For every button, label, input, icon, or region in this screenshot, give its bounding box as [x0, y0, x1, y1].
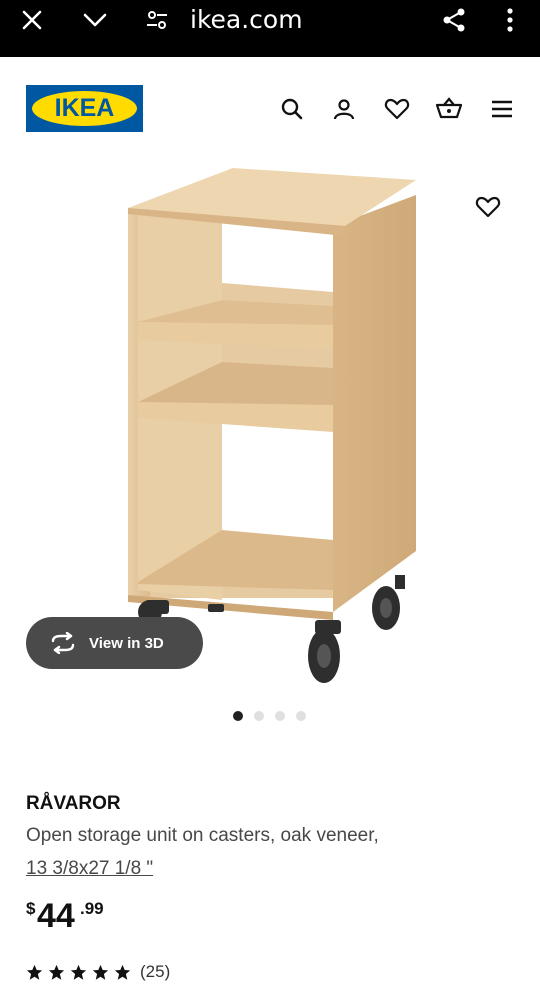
star-icon — [70, 964, 87, 980]
menu-icon[interactable] — [488, 95, 516, 123]
carousel-dot[interactable] — [233, 711, 243, 721]
user-icon[interactable] — [330, 95, 358, 123]
view-in-3d-label: View in 3D — [89, 634, 164, 652]
heart-icon[interactable] — [383, 95, 411, 123]
site-header: IKEA — [0, 57, 540, 157]
browser-toolbar: ikea.com — [0, 0, 540, 57]
price-decimal: .99 — [80, 899, 104, 918]
chevron-down-icon[interactable] — [79, 4, 111, 36]
share-icon[interactable] — [438, 4, 470, 36]
image-carousel-dots — [233, 711, 306, 721]
star-icon — [48, 964, 65, 980]
product-image[interactable] — [0, 157, 540, 697]
star-icon — [92, 964, 109, 980]
star-icon — [114, 964, 131, 980]
cart-icon[interactable] — [435, 95, 463, 123]
price-integer: 44 — [37, 897, 75, 935]
url-bar[interactable]: ikea.com — [190, 4, 303, 36]
logo-text: IKEA — [54, 94, 115, 122]
site-settings-icon[interactable] — [141, 4, 173, 36]
star-icon — [26, 964, 43, 980]
carousel-dot[interactable] — [296, 711, 306, 721]
product-description: Open storage unit on casters, oak veneer… — [26, 825, 379, 846]
favorite-heart-icon[interactable] — [472, 191, 504, 223]
ikea-logo[interactable]: IKEA — [26, 85, 143, 132]
price-currency: $ — [26, 899, 36, 918]
close-icon[interactable] — [16, 4, 48, 36]
rating-count: (25) — [140, 962, 171, 981]
more-vert-icon[interactable] — [494, 4, 526, 36]
carousel-dot[interactable] — [275, 711, 285, 721]
view-in-3d-button[interactable]: View in 3D — [26, 617, 203, 669]
carousel-dot[interactable] — [254, 711, 264, 721]
product-rating[interactable]: (25) — [26, 962, 170, 982]
product-size-link[interactable]: 13 3/8x27 1/8 " — [26, 858, 153, 880]
rotate-3d-icon — [49, 631, 79, 655]
search-icon[interactable] — [278, 95, 306, 123]
product-name: RÅVAROR — [26, 793, 121, 814]
